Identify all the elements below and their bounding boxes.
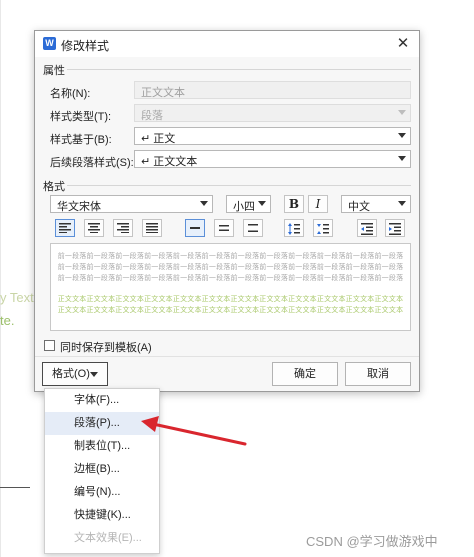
decrease-spacing-button[interactable]	[313, 219, 333, 237]
style-type-label: 样式类型(T):	[50, 111, 112, 123]
align-justify-button[interactable]	[142, 219, 162, 237]
bold-button[interactable]: B	[284, 195, 304, 213]
increase-spacing-button[interactable]	[284, 219, 304, 237]
document-text-fragment: y Text	[0, 290, 34, 305]
watermark: CSDN @学习做游戏中	[306, 534, 438, 549]
chevron-down-icon	[398, 110, 406, 115]
align-left-button[interactable]	[55, 219, 75, 237]
increase-indent-button[interactable]	[385, 219, 405, 237]
single-spacing-icon	[190, 227, 200, 229]
preview-previous-paragraph: 前一段落前一段落前一段落前一段落前一段落前一段落前一段落前一段落前一段落前一段落…	[57, 275, 404, 282]
section-divider	[67, 69, 411, 70]
align-center-button[interactable]	[84, 219, 104, 237]
font-size-value: 小四	[233, 201, 255, 213]
preview-current-paragraph: 正文文本正文文本正文文本正文文本正文文本正文文本正文文本正文文本正文文本正文文本…	[57, 296, 404, 303]
section-divider	[67, 185, 411, 186]
one-half-spacing-icon	[219, 225, 229, 231]
based-on-value: ↵ 正文	[141, 133, 176, 145]
name-label: 名称(N):	[50, 88, 91, 100]
font-size-select[interactable]: 小四	[226, 195, 271, 213]
next-style-value: ↵ 正文文本	[141, 156, 198, 168]
language-select[interactable]: 中文	[341, 195, 411, 213]
chevron-down-icon	[258, 201, 266, 206]
annotation-arrow	[141, 416, 247, 446]
one-half-spacing-button[interactable]	[214, 219, 234, 237]
save-to-template-label: 同时保存到模板(A)	[60, 342, 152, 354]
next-style-select[interactable]: ↵ 正文文本	[134, 150, 411, 168]
font-name-select[interactable]: 华文宋体	[50, 195, 213, 213]
double-spacing-icon	[248, 224, 258, 232]
cancel-button[interactable]: 取消	[345, 362, 411, 386]
chevron-down-icon	[200, 201, 208, 206]
name-value: 正文文本	[141, 87, 185, 99]
menu-item-numbering[interactable]: 编号(N)...	[45, 481, 159, 504]
decrease-indent-icon	[361, 223, 373, 235]
format-button-label: 格式(O)	[52, 368, 90, 380]
align-right-icon	[117, 223, 129, 233]
close-icon[interactable]: ✕	[393, 34, 413, 54]
align-left-icon	[59, 223, 71, 233]
style-type-select: 段落	[134, 104, 411, 122]
format-section-title: 格式	[43, 181, 65, 193]
footer-divider	[35, 356, 419, 357]
align-justify-icon	[146, 223, 158, 233]
dialog-title: 修改样式	[61, 39, 110, 53]
ok-button[interactable]: 确定	[272, 362, 338, 386]
menu-item-font[interactable]: 字体(F)...	[45, 389, 159, 412]
document-edge	[0, 0, 1, 557]
style-type-value: 段落	[141, 110, 163, 122]
preview-current-paragraph: 正文文本正文文本正文文本正文文本正文文本正文文本正文文本正文文本正文文本正文文本…	[57, 307, 404, 314]
chevron-down-icon	[398, 201, 406, 206]
based-on-select[interactable]: ↵ 正文	[134, 127, 411, 145]
name-field: 正文文本	[134, 81, 411, 99]
increase-indent-icon	[389, 223, 401, 235]
align-right-button[interactable]	[113, 219, 133, 237]
wps-writer-icon: W	[43, 37, 56, 50]
save-to-template-checkbox[interactable]	[44, 340, 55, 351]
chevron-down-icon	[90, 372, 98, 377]
single-spacing-button[interactable]	[185, 219, 205, 237]
document-text-fragment: te.	[0, 313, 15, 328]
menu-item-text-effect: 文本效果(E)...	[74, 532, 142, 544]
decrease-spacing-icon	[317, 224, 329, 234]
decrease-indent-button[interactable]	[357, 219, 377, 237]
modify-style-dialog: W 修改样式 ✕ 属性 名称(N): 正文文本 样式类型(T): 段落 样式基于…	[34, 30, 420, 392]
chevron-down-icon	[398, 133, 406, 138]
preview-previous-paragraph: 前一段落前一段落前一段落前一段落前一段落前一段落前一段落前一段落前一段落前一段落…	[57, 264, 404, 271]
style-preview: 前一段落前一段落前一段落前一段落前一段落前一段落前一段落前一段落前一段落前一段落…	[50, 243, 411, 331]
double-spacing-button[interactable]	[243, 219, 263, 237]
align-center-icon	[88, 223, 100, 233]
language-value: 中文	[348, 201, 370, 213]
document-rule	[0, 487, 30, 488]
menu-item-shortcut-key[interactable]: 快捷键(K)...	[45, 504, 159, 527]
format-dropdown-button[interactable]: 格式(O)	[42, 362, 108, 386]
based-on-label: 样式基于(B):	[50, 134, 112, 146]
preview-previous-paragraph: 前一段落前一段落前一段落前一段落前一段落前一段落前一段落前一段落前一段落前一段落…	[57, 253, 404, 260]
dialog-title-bar[interactable]: W 修改样式 ✕	[35, 31, 419, 57]
properties-section-title: 属性	[43, 65, 65, 77]
chevron-down-icon	[398, 156, 406, 161]
next-style-label: 后续段落样式(S):	[50, 157, 134, 169]
italic-button[interactable]: I	[308, 195, 328, 213]
font-name-value: 华文宋体	[57, 201, 101, 213]
increase-spacing-icon	[288, 223, 300, 235]
menu-item-border[interactable]: 边框(B)...	[45, 458, 159, 481]
